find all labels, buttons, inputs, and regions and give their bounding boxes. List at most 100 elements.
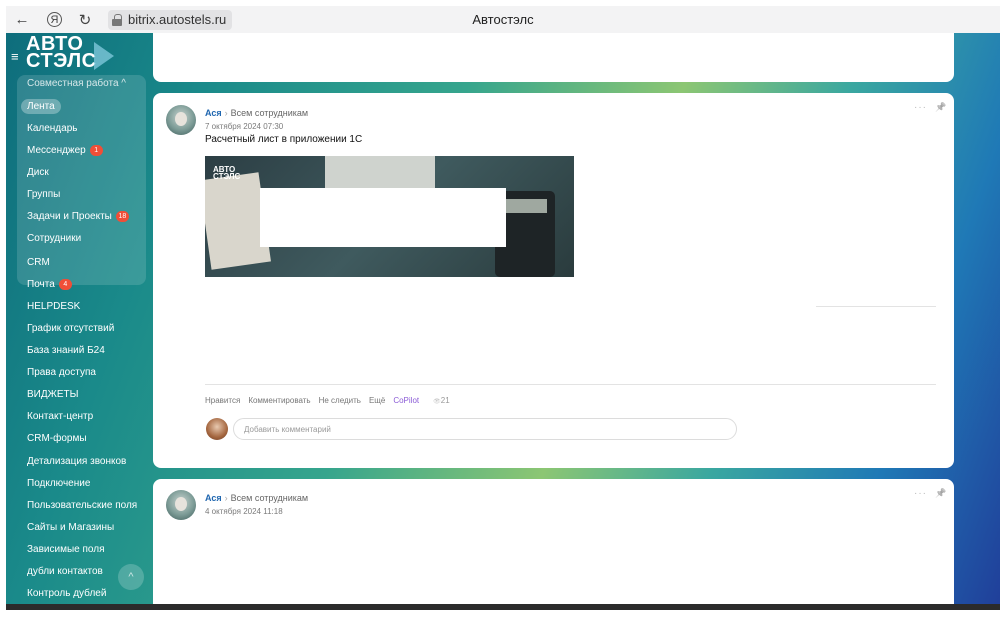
url-text: bitrix.autostels.ru (128, 12, 227, 27)
post-target[interactable]: Всем сотрудникам (231, 493, 308, 503)
sidebar-item-label: Лента (27, 101, 55, 112)
divider (205, 384, 936, 385)
sidebar-item-access-rights[interactable]: Права доступа (27, 367, 96, 378)
hamburger-icon[interactable]: ≡ (11, 49, 19, 64)
messenger-badge: 1 (89, 145, 103, 156)
image-logo: АВТО СТЭЛС (213, 166, 241, 181)
lock-icon (112, 13, 122, 26)
group-title[interactable]: Совместная работа ^ (27, 78, 126, 89)
back-arrow-icon[interactable]: ← (11, 9, 33, 31)
author-link[interactable]: Ася (205, 108, 222, 118)
sidebar-item-label: CRM-формы (27, 433, 87, 444)
sidebar-item-disk[interactable]: Диск (27, 167, 49, 178)
sidebar-item-label: Диск (27, 167, 49, 178)
pin-icon[interactable]: 📌 (935, 102, 946, 113)
sidebar-item-feed[interactable]: Лента (21, 99, 61, 114)
app-area: ≡ АВТО СТЭЛС Совместная работа ^ Лента К… (6, 33, 1000, 604)
company-logo[interactable]: АВТО СТЭЛС (26, 34, 97, 72)
current-user-avatar (206, 418, 228, 440)
sidebar-item-label: Детализация звонков (27, 456, 127, 467)
comment-button[interactable]: Комментировать (248, 396, 310, 405)
sidebar-item-label: дубли контактов (27, 566, 103, 577)
sidebar-item-label: График отсутствий (27, 323, 115, 334)
sidebar-item-label: HELPDESK (27, 301, 81, 312)
sidebar-item-label: Календарь (27, 123, 78, 134)
sidebar-item-label: Мессенджер (27, 145, 86, 156)
sidebar-item-label: Сотрудники (27, 233, 82, 244)
more-icon[interactable]: ··· (914, 488, 927, 499)
post-author-line: Ася › Всем сотрудникам (205, 108, 308, 118)
sidebar-item-dependent-fields[interactable]: Зависимые поля (27, 544, 105, 555)
address-bar[interactable]: bitrix.autostels.ru (108, 9, 233, 30)
image-redaction (260, 188, 506, 247)
sidebar-item-connection[interactable]: Подключение (27, 478, 90, 489)
pin-icon[interactable]: 📌 (935, 488, 946, 499)
sidebar-item-widgets[interactable]: ВИДЖЕТЫ (27, 389, 79, 400)
sidebar-item-tasks[interactable]: Задачи и Проекты 18 (27, 211, 129, 222)
comment-input[interactable]: Добавить комментарий (233, 418, 737, 440)
like-button[interactable]: Нравится (205, 396, 240, 405)
logo-line2: СТЭЛС (26, 50, 97, 72)
sidebar-item-helpdesk[interactable]: HELPDESK (27, 301, 80, 312)
taskbar-strip (6, 604, 1000, 610)
sidebar-item-knowledge-base[interactable]: База знаний Б24 (27, 345, 105, 356)
sidebar-item-contact-center[interactable]: Контакт-центр (27, 411, 93, 422)
views-count: 21 (440, 396, 450, 405)
sidebar-item-contact-duplicates[interactable]: дубли контактов (27, 566, 103, 577)
chevron-right-icon: › (224, 493, 228, 503)
sidebar-item-label: Подключение (27, 478, 91, 489)
sidebar-item-label: Задачи и Проекты (27, 211, 112, 222)
sidebar-item-label: Сайты и Магазины (27, 522, 115, 533)
sidebar-item-call-details[interactable]: Детализация звонков (27, 456, 126, 467)
logo-arrow-icon (94, 42, 114, 70)
mail-badge: 4 (58, 279, 72, 290)
author-link[interactable]: Ася (205, 493, 222, 503)
sidebar-item-crm-forms[interactable]: CRM-формы (27, 433, 87, 444)
post-text: Расчетный лист в приложении 1С (205, 134, 363, 145)
previous-post-card (153, 33, 954, 82)
unfollow-button[interactable]: Не следить (319, 396, 361, 405)
post-date[interactable]: 7 октября 2024 07:30 (205, 122, 283, 131)
post-author-line: Ася › Всем сотрудникам (205, 493, 308, 503)
reload-icon[interactable]: ↻ (74, 9, 96, 31)
divider (816, 306, 936, 307)
copilot-button[interactable]: CoPilot (393, 396, 419, 405)
image-logo-line2: СТЭЛС (213, 172, 241, 181)
post-image[interactable]: АВТО СТЭЛС (205, 156, 574, 277)
sidebar-item-label: Права доступа (27, 367, 96, 378)
sidebar-item-label: CRM (27, 257, 50, 268)
sidebar-item-label: Пользовательские поля (27, 500, 138, 511)
post-actions: Нравится Комментировать Не следить Ещё C… (205, 396, 450, 405)
sidebar-item-employees[interactable]: Сотрудники (27, 233, 81, 244)
post-target[interactable]: Всем сотрудникам (231, 108, 308, 118)
more-icon[interactable]: ··· (914, 102, 927, 113)
sidebar-item-crm[interactable]: CRM (27, 257, 50, 268)
author-avatar[interactable] (166, 490, 196, 520)
sidebar: ≡ АВТО СТЭЛС Совместная работа ^ Лента К… (6, 33, 152, 604)
more-button[interactable]: Ещё (369, 396, 385, 405)
sidebar-item-custom-fields[interactable]: Пользовательские поля (27, 500, 137, 511)
post-card-2: Ася › Всем сотрудникам 4 октября 2024 11:1… (153, 479, 954, 604)
eye-icon: 👁 (433, 399, 441, 405)
sidebar-item-label: Почта (27, 279, 55, 290)
browser-toolbar: ← Я ↻ bitrix.autostels.ru Автостэлс (6, 6, 1000, 33)
scroll-up-icon[interactable]: ^ (118, 564, 144, 590)
sidebar-item-label: Контакт-центр (27, 411, 94, 422)
sidebar-item-mail[interactable]: Почта 4 (27, 279, 72, 290)
sidebar-item-calendar[interactable]: Календарь (27, 123, 77, 134)
views-counter: 👁21 (433, 396, 450, 405)
sidebar-item-label: Зависимые поля (27, 544, 105, 555)
yandex-icon[interactable]: Я (47, 12, 62, 27)
tasks-badge: 18 (115, 211, 129, 222)
sidebar-item-label: Группы (27, 189, 61, 200)
sidebar-item-groups[interactable]: Группы (27, 189, 60, 200)
sidebar-item-sites[interactable]: Сайты и Магазины (27, 522, 114, 533)
author-avatar[interactable] (166, 105, 196, 135)
post-date[interactable]: 4 октября 2024 11:18 (205, 507, 283, 516)
sidebar-item-label: База знаний Б24 (27, 345, 105, 356)
sidebar-item-absences[interactable]: График отсутствий (27, 323, 114, 334)
post-card: Ася › Всем сотрудникам 7 октября 2024 07:3… (153, 93, 954, 468)
sidebar-item-duplicate-control[interactable]: Контроль дублей (27, 588, 106, 599)
sidebar-item-messenger[interactable]: Мессенджер 1 (27, 145, 103, 156)
sidebar-item-label: ВИДЖЕТЫ (27, 389, 79, 400)
